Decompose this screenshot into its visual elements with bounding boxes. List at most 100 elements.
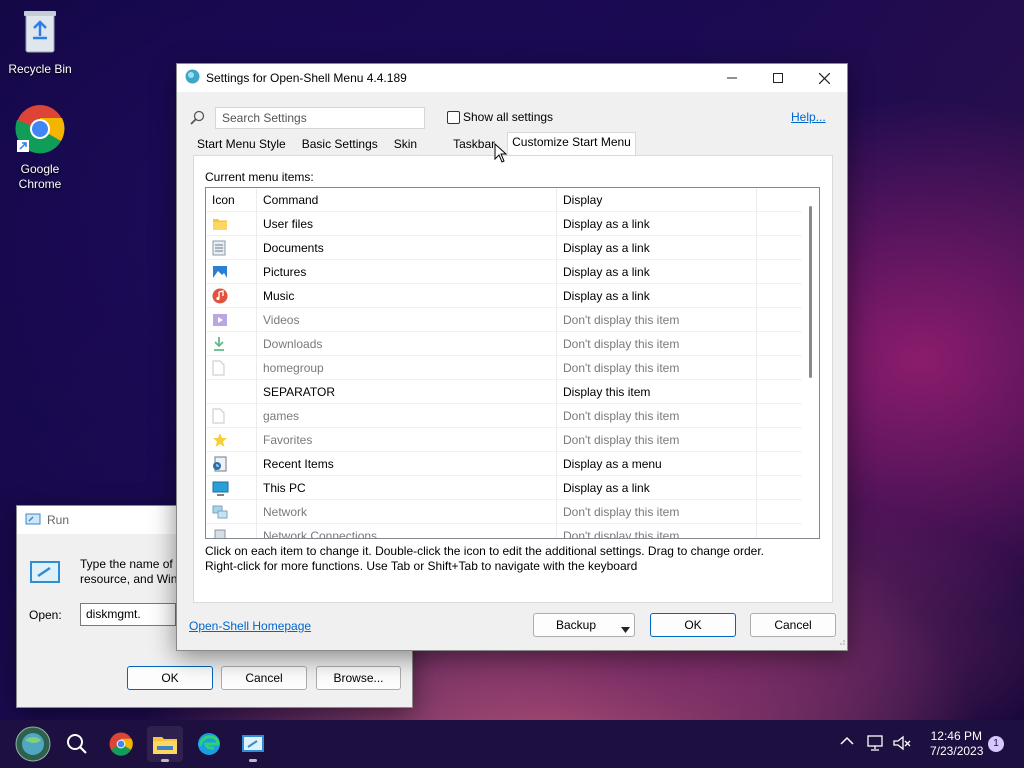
menu-items-list[interactable]: Icon Command Display User files Display a… bbox=[205, 187, 820, 539]
picture-icon[interactable] bbox=[206, 260, 257, 284]
row-display[interactable]: Display as a menu bbox=[557, 452, 757, 476]
table-row[interactable]: Documents Display as a link bbox=[206, 236, 803, 260]
folder-icon bbox=[153, 737, 177, 754]
tab-taskbar[interactable]: Taskbar bbox=[449, 134, 499, 156]
document-icon[interactable] bbox=[206, 236, 257, 260]
table-row[interactable]: Network Don't display this item bbox=[206, 500, 803, 524]
run-ok-button[interactable]: OK bbox=[127, 666, 213, 690]
row-display[interactable]: Don't display this item bbox=[557, 404, 757, 428]
clock[interactable]: 12:46 PM 7/23/2023 bbox=[930, 729, 983, 759]
taskbar: 12:46 PM 7/23/2023 1 bbox=[0, 720, 1024, 768]
row-command[interactable]: games bbox=[257, 404, 557, 428]
volume-muted-icon[interactable] bbox=[892, 734, 912, 755]
row-display[interactable]: Display this item bbox=[557, 380, 757, 404]
table-row[interactable]: Downloads Don't display this item bbox=[206, 332, 803, 356]
recent-items-icon[interactable] bbox=[206, 452, 257, 476]
notification-badge[interactable]: 1 bbox=[988, 736, 1004, 752]
taskbar-search-button[interactable] bbox=[59, 726, 95, 762]
backup-button[interactable]: Backup bbox=[533, 613, 635, 637]
row-command[interactable]: Videos bbox=[257, 308, 557, 332]
row-command[interactable]: Network bbox=[257, 500, 557, 524]
table-row[interactable]: Network Connections Don't display this it… bbox=[206, 524, 803, 538]
row-display[interactable]: Display as a link bbox=[557, 260, 757, 284]
search-input[interactable]: Search Settings bbox=[215, 107, 425, 129]
desktop-icon-recycle-bin[interactable]: Recycle Bin bbox=[0, 8, 80, 77]
minimize-button[interactable] bbox=[709, 64, 755, 92]
row-display[interactable]: Display as a link bbox=[557, 236, 757, 260]
row-display[interactable]: Don't display this item bbox=[557, 428, 757, 452]
row-command[interactable]: Music bbox=[257, 284, 557, 308]
table-row[interactable]: Music Display as a link bbox=[206, 284, 803, 308]
row-display[interactable]: Don't display this item bbox=[557, 356, 757, 380]
table-row[interactable]: Videos Don't display this item bbox=[206, 308, 803, 332]
open-shell-homepage-link[interactable]: Open-Shell Homepage bbox=[189, 619, 311, 633]
list-scrollbar-thumb[interactable] bbox=[809, 206, 812, 378]
taskbar-chrome-button[interactable] bbox=[103, 726, 139, 762]
download-icon[interactable] bbox=[206, 332, 257, 356]
row-command[interactable]: Pictures bbox=[257, 260, 557, 284]
row-command[interactable]: Favorites bbox=[257, 428, 557, 452]
monitor-icon[interactable] bbox=[206, 476, 257, 500]
close-button[interactable] bbox=[801, 64, 847, 92]
blank-file-icon[interactable] bbox=[206, 356, 257, 380]
desktop-icon-google-chrome[interactable]: Google Chrome bbox=[0, 104, 80, 192]
edge-icon bbox=[198, 733, 220, 755]
row-command[interactable]: Network Connections bbox=[257, 524, 557, 538]
row-command[interactable]: Recent Items bbox=[257, 452, 557, 476]
run-open-input[interactable]: diskmgmt. bbox=[80, 603, 176, 626]
row-display[interactable]: Don't display this item bbox=[557, 500, 757, 524]
table-row[interactable]: Recent Items Display as a menu bbox=[206, 452, 803, 476]
run-browse-button[interactable]: Browse... bbox=[316, 666, 401, 690]
row-command[interactable]: Downloads bbox=[257, 332, 557, 356]
column-header-command[interactable]: Command bbox=[257, 188, 557, 212]
table-row[interactable]: This PC Display as a link bbox=[206, 476, 803, 500]
row-display[interactable]: Display as a link bbox=[557, 476, 757, 500]
tab-customize-start-menu[interactable]: Customize Start Menu bbox=[507, 132, 636, 156]
table-row[interactable]: Favorites Don't display this item bbox=[206, 428, 803, 452]
start-button[interactable] bbox=[15, 726, 51, 762]
table-row[interactable]: Pictures Display as a link bbox=[206, 260, 803, 284]
row-command[interactable]: SEPARATOR bbox=[257, 380, 557, 404]
row-command[interactable]: Documents bbox=[257, 236, 557, 260]
tab-basic-settings[interactable]: Basic Settings bbox=[298, 134, 382, 156]
row-display[interactable]: Display as a link bbox=[557, 284, 757, 308]
row-command[interactable]: User files bbox=[257, 212, 557, 236]
run-cancel-button[interactable]: Cancel bbox=[221, 666, 307, 690]
column-header-display[interactable]: Display bbox=[557, 188, 757, 212]
row-command[interactable]: This PC bbox=[257, 476, 557, 500]
row-display[interactable]: Display as a link bbox=[557, 212, 757, 236]
resize-grip-icon[interactable] bbox=[837, 634, 845, 648]
network-connections-icon[interactable] bbox=[206, 524, 257, 538]
cancel-button[interactable]: Cancel bbox=[750, 613, 836, 637]
taskbar-edge-button[interactable] bbox=[191, 726, 227, 762]
blank-file-icon[interactable] bbox=[206, 404, 257, 428]
column-header-icon[interactable]: Icon bbox=[206, 188, 257, 212]
row-command[interactable]: homegroup bbox=[257, 356, 557, 380]
network-tray-icon[interactable] bbox=[866, 734, 886, 755]
row-display[interactable]: Don't display this item bbox=[557, 332, 757, 356]
taskbar-run-button[interactable] bbox=[235, 726, 271, 762]
folder-icon[interactable] bbox=[206, 212, 257, 236]
list-header: Icon Command Display bbox=[206, 188, 803, 212]
row-display[interactable]: Don't display this item bbox=[557, 524, 757, 538]
taskbar-file-explorer-button[interactable] bbox=[147, 726, 183, 762]
help-link[interactable]: Help... bbox=[791, 110, 826, 124]
maximize-button[interactable] bbox=[755, 64, 801, 92]
table-row[interactable]: games Don't display this item bbox=[206, 404, 803, 428]
star-icon[interactable] bbox=[206, 428, 257, 452]
tab-skin[interactable]: Skin bbox=[390, 134, 421, 156]
video-icon[interactable] bbox=[206, 308, 257, 332]
show-all-settings-checkbox[interactable] bbox=[447, 111, 460, 124]
show-hidden-icons-chevron-icon[interactable] bbox=[840, 735, 854, 749]
table-row[interactable]: SEPARATOR Display this item bbox=[206, 380, 803, 404]
network-icon[interactable] bbox=[206, 500, 257, 524]
table-row[interactable]: User files Display as a link bbox=[206, 212, 803, 236]
run-description-line2: resource, and Win bbox=[80, 572, 178, 586]
music-icon[interactable] bbox=[206, 284, 257, 308]
settings-titlebar[interactable]: Settings for Open-Shell Menu 4.4.189 bbox=[177, 64, 847, 92]
row-icon-empty[interactable] bbox=[206, 380, 257, 404]
table-row[interactable]: homegroup Don't display this item bbox=[206, 356, 803, 380]
tab-start-menu-style[interactable]: Start Menu Style bbox=[193, 134, 290, 156]
ok-button[interactable]: OK bbox=[650, 613, 736, 637]
row-display[interactable]: Don't display this item bbox=[557, 308, 757, 332]
